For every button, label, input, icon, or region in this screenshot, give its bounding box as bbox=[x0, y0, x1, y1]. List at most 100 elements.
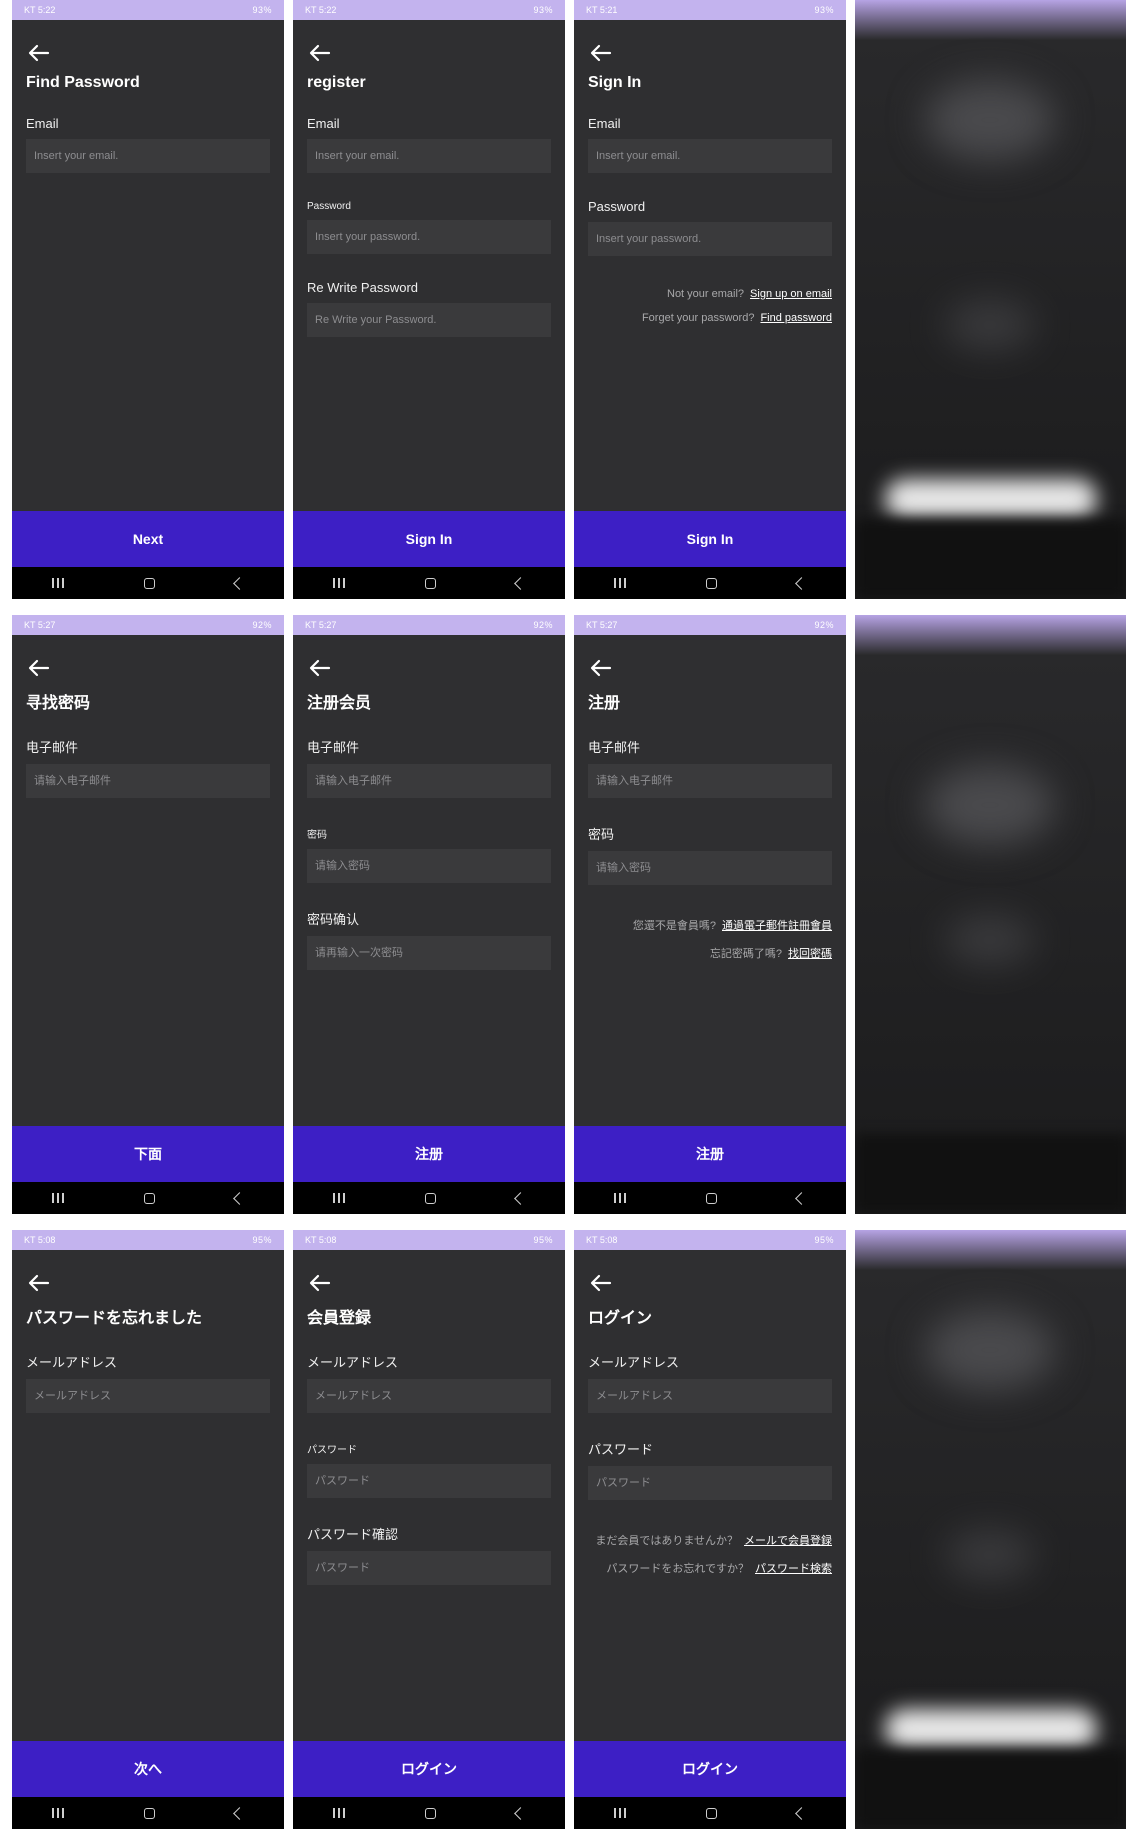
primary-action-button[interactable]: 下面 bbox=[12, 1126, 284, 1182]
chevron-left-icon[interactable] bbox=[514, 1191, 527, 1205]
helper-text: まだ会員ではありませんか？ bbox=[595, 1535, 738, 1547]
preview-bottom-shade bbox=[855, 1749, 1126, 1829]
recent-apps-icon[interactable] bbox=[614, 578, 626, 588]
text-input[interactable] bbox=[588, 222, 832, 256]
back-arrow-icon[interactable] bbox=[307, 42, 333, 64]
text-input[interactable] bbox=[307, 220, 551, 254]
phone-screen: KT 5:2792%注册电子邮件密码您還不是會員嗎?通過電子郵件註冊會員忘記密碼… bbox=[574, 615, 846, 1214]
field-label: 电子邮件 bbox=[588, 740, 641, 755]
field-label: 电子邮件 bbox=[26, 740, 79, 755]
recent-apps-icon[interactable] bbox=[52, 1808, 64, 1818]
text-input[interactable] bbox=[588, 1466, 832, 1500]
blurred-preview bbox=[855, 0, 1126, 599]
status-bar: KT 5:08 95% bbox=[293, 1230, 565, 1250]
primary-action-button[interactable]: Next bbox=[12, 511, 284, 567]
phone-screen: KT 5:21 93% Sign In Email Password Not your e… bbox=[574, 0, 846, 599]
recent-apps-icon[interactable] bbox=[333, 1808, 345, 1818]
text-input[interactable] bbox=[588, 139, 832, 173]
chevron-left-icon[interactable] bbox=[233, 1191, 246, 1205]
recent-apps-icon[interactable] bbox=[614, 1808, 626, 1818]
primary-action-button[interactable]: ログイン bbox=[293, 1741, 565, 1797]
system-nav-bar bbox=[293, 1797, 565, 1829]
text-input[interactable] bbox=[307, 139, 551, 173]
recent-apps-icon[interactable] bbox=[52, 578, 64, 588]
text-input[interactable] bbox=[307, 936, 551, 970]
status-bar: KT 5:27 92% bbox=[293, 615, 565, 635]
preview-blob bbox=[925, 765, 1055, 845]
back-arrow-icon[interactable] bbox=[588, 42, 614, 64]
chevron-left-icon[interactable] bbox=[233, 1806, 246, 1820]
form-content: 会員登録メールアドレスパスワードパスワード確認 bbox=[293, 1272, 565, 1585]
helper-link-row: 您還不是會員嗎? 通過電子郵件註冊會員 bbox=[588, 917, 832, 933]
recent-apps-icon[interactable] bbox=[52, 1193, 64, 1203]
chevron-left-icon[interactable] bbox=[795, 1806, 808, 1820]
page-title: Sign In bbox=[588, 74, 642, 91]
home-icon[interactable] bbox=[706, 577, 717, 589]
text-input[interactable] bbox=[26, 764, 270, 798]
field-label: 密码 bbox=[307, 830, 327, 841]
home-icon[interactable] bbox=[144, 577, 155, 589]
home-icon[interactable] bbox=[425, 1192, 436, 1204]
text-input[interactable] bbox=[307, 764, 551, 798]
preview-blob bbox=[945, 915, 1035, 965]
back-arrow-icon[interactable] bbox=[26, 657, 52, 679]
helper-link[interactable]: 通過電子郵件註冊會員 bbox=[722, 920, 832, 932]
battery-level: 95% bbox=[252, 1235, 272, 1245]
status-time: KT 5:27 bbox=[24, 620, 56, 630]
recent-apps-icon[interactable] bbox=[614, 1193, 626, 1203]
preview-status-glow bbox=[855, 1230, 1126, 1270]
primary-action-button[interactable]: Sign In bbox=[574, 511, 846, 567]
primary-action-button[interactable]: 次へ bbox=[12, 1741, 284, 1797]
chevron-left-icon[interactable] bbox=[233, 576, 246, 590]
back-arrow-icon[interactable] bbox=[307, 1272, 333, 1294]
recent-apps-icon[interactable] bbox=[333, 578, 345, 588]
back-arrow-icon[interactable] bbox=[26, 42, 52, 64]
helper-link[interactable]: メールで会員登録 bbox=[744, 1535, 832, 1547]
chevron-left-icon[interactable] bbox=[795, 1191, 808, 1205]
status-time: KT 5:08 bbox=[305, 1235, 337, 1245]
text-input[interactable] bbox=[26, 139, 270, 173]
back-arrow-icon[interactable] bbox=[588, 1272, 614, 1294]
primary-action-button[interactable]: 注册 bbox=[574, 1126, 846, 1182]
primary-action-button[interactable]: 注册 bbox=[293, 1126, 565, 1182]
text-input[interactable] bbox=[307, 1464, 551, 1498]
status-bar: KT 5:21 93% bbox=[574, 0, 846, 20]
text-input[interactable] bbox=[588, 851, 832, 885]
helper-link[interactable]: Find password bbox=[760, 312, 832, 324]
preview-blob bbox=[925, 1310, 1055, 1390]
text-input[interactable] bbox=[26, 1379, 270, 1413]
text-input[interactable] bbox=[307, 303, 551, 337]
home-icon[interactable] bbox=[144, 1807, 155, 1819]
battery-level: 93% bbox=[533, 5, 553, 15]
home-icon[interactable] bbox=[706, 1192, 717, 1204]
battery-level: 95% bbox=[533, 1235, 553, 1245]
home-icon[interactable] bbox=[425, 577, 436, 589]
form-content: 寻找密码 电子邮件 bbox=[12, 657, 284, 798]
chevron-left-icon[interactable] bbox=[795, 576, 808, 590]
system-nav-bar bbox=[12, 567, 284, 599]
recent-apps-icon[interactable] bbox=[333, 1193, 345, 1203]
text-input[interactable] bbox=[588, 764, 832, 798]
text-input[interactable] bbox=[307, 1379, 551, 1413]
primary-action-button[interactable]: Sign In bbox=[293, 511, 565, 567]
home-icon[interactable] bbox=[706, 1807, 717, 1819]
home-icon[interactable] bbox=[144, 1192, 155, 1204]
form-content: register Email Password Re Write Password bbox=[293, 42, 565, 337]
primary-action-button[interactable]: ログイン bbox=[574, 1741, 846, 1797]
text-input[interactable] bbox=[307, 849, 551, 883]
back-arrow-icon[interactable] bbox=[307, 657, 333, 679]
helper-text: パスワードをお忘れですか？ bbox=[606, 1563, 749, 1575]
back-arrow-icon[interactable] bbox=[588, 657, 614, 679]
text-input[interactable] bbox=[588, 1379, 832, 1413]
text-input[interactable] bbox=[307, 1551, 551, 1585]
chevron-left-icon[interactable] bbox=[514, 1806, 527, 1820]
helper-link-row: 忘記密碼了嗎? 找回密碼 bbox=[588, 945, 832, 961]
home-icon[interactable] bbox=[425, 1807, 436, 1819]
form-content: Find Password Email bbox=[12, 42, 284, 173]
helper-link[interactable]: 找回密碼 bbox=[788, 948, 832, 960]
back-arrow-icon[interactable] bbox=[26, 1272, 52, 1294]
chevron-left-icon[interactable] bbox=[514, 576, 527, 590]
status-time: KT 5:27 bbox=[586, 620, 618, 630]
helper-link[interactable]: パスワード検索 bbox=[755, 1563, 832, 1575]
helper-link[interactable]: Sign up on email bbox=[750, 288, 832, 300]
